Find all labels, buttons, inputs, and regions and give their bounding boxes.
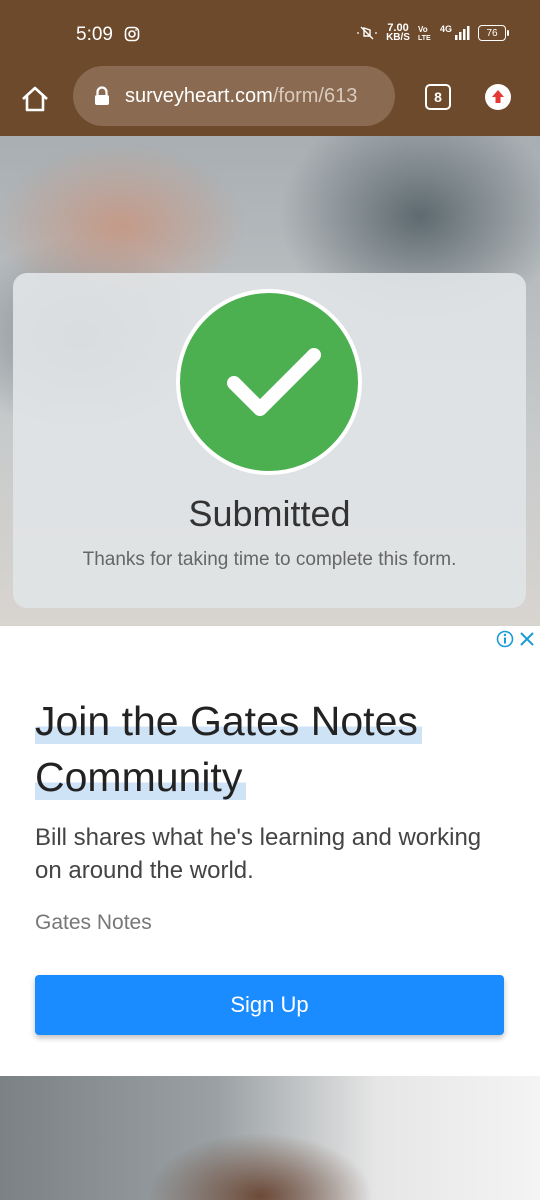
address-bar[interactable]: surveyheart.com/form/613 — [73, 66, 395, 126]
lock-icon — [95, 86, 109, 105]
speed-unit: KB/S — [386, 32, 410, 43]
ad-advertiser: Gates Notes — [35, 911, 152, 934]
network-type: 4G — [439, 24, 452, 34]
instagram-icon — [124, 26, 140, 42]
network-speed: 7.00 KB/S — [386, 23, 410, 43]
check-icon — [227, 348, 321, 416]
confirmation-title: Submitted — [188, 493, 351, 534]
background-image-bottom — [0, 1076, 540, 1200]
battery-icon: 76 — [478, 25, 509, 41]
ad-headline-line1: Join the Gates Notes — [35, 698, 422, 744]
signal-icon — [455, 26, 470, 40]
sign-up-button[interactable]: Sign Up — [35, 975, 504, 1035]
browser-toolbar: surveyheart.com/form/613 8 — [0, 66, 540, 136]
upload-icon[interactable] — [484, 83, 512, 111]
ad-headline-line2: Community — [35, 754, 247, 800]
url-domain: surveyheart.com — [125, 84, 273, 107]
ad-close-icon[interactable] — [518, 630, 536, 648]
confirmation-message: Thanks for taking time to complete this … — [82, 549, 457, 570]
svg-text:LTE: LTE — [418, 35, 431, 42]
url-text: surveyheart.com/form/613 — [125, 85, 385, 108]
ad-info-icon[interactable] — [496, 630, 514, 648]
ad-banner[interactable]: Join the Gates Notes Community Bill shar… — [0, 627, 540, 1076]
status-indicators: 7.00 KB/S Vo LTE 4G 76 — [356, 23, 509, 43]
sign-up-label: Sign Up — [230, 992, 309, 1017]
success-badge — [176, 289, 362, 475]
status-bar: 5:09 7.00 KB/S Vo LTE 4G 76 — [0, 0, 540, 66]
tabs-button[interactable]: 8 — [425, 84, 451, 110]
tab-count: 8 — [434, 89, 442, 105]
volte-icon: Vo LTE — [418, 25, 431, 42]
confirmation-card: Submitted Thanks for taking time to comp… — [13, 273, 526, 608]
svg-text:Vo: Vo — [418, 25, 428, 34]
ad-headline[interactable]: Join the Gates Notes Community — [35, 693, 505, 805]
status-time: 5:09 — [76, 24, 113, 45]
url-path: /form/613 — [272, 84, 358, 107]
home-icon[interactable] — [20, 84, 50, 114]
battery-level: 76 — [486, 27, 498, 39]
ad-body: Bill shares what he's learning and worki… — [35, 824, 482, 884]
mute-icon — [357, 26, 378, 40]
